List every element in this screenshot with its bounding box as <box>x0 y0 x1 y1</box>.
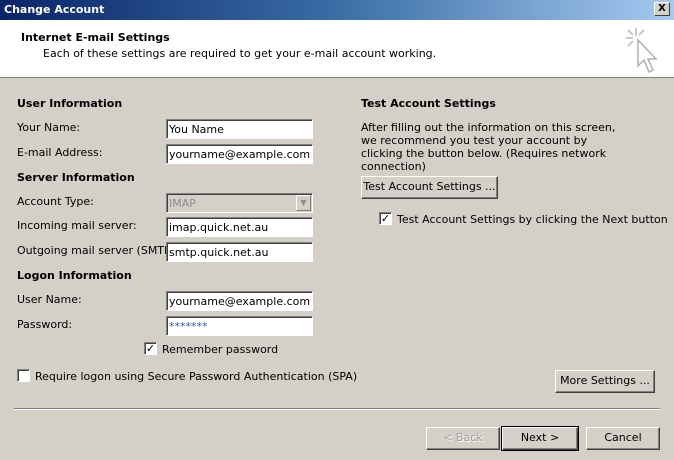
logon-info-heading: Logon Information <box>17 269 132 282</box>
spa-label: Require logon using Secure Password Auth… <box>35 370 358 383</box>
cursor-click-icon <box>626 28 658 74</box>
title-bar: Change Account X <box>0 0 674 20</box>
next-button[interactable]: Next > <box>501 426 579 451</box>
back-button[interactable]: < Back <box>426 427 500 450</box>
divider <box>14 408 660 410</box>
password-label: Password: <box>17 318 73 331</box>
user-name-input[interactable]: yourname@example.com <box>166 291 313 311</box>
user-info-heading: User Information <box>17 97 123 110</box>
header-subtitle: Each of these settings are required to g… <box>43 47 437 60</box>
email-input[interactable]: yourname@example.com <box>166 144 313 164</box>
close-button[interactable]: X <box>654 2 670 16</box>
your-name-label: Your Name: <box>17 121 81 134</box>
remember-password-checkbox[interactable]: ✓ <box>144 342 157 355</box>
test-description: After filling out the information on thi… <box>361 121 616 173</box>
test-on-next-label: Test Account Settings by clicking the Ne… <box>397 213 668 226</box>
cancel-button[interactable]: Cancel <box>586 427 660 450</box>
chevron-down-icon: ▼ <box>296 195 311 211</box>
email-label: E-mail Address: <box>17 146 103 159</box>
spa-checkbox[interactable] <box>17 369 30 382</box>
remember-password-label: Remember password <box>162 343 279 356</box>
outgoing-server-input[interactable]: smtp.quick.net.au <box>166 242 313 262</box>
window-title: Change Account <box>4 3 105 16</box>
your-name-input[interactable]: You Name <box>166 119 313 139</box>
test-account-settings-button[interactable]: Test Account Settings ... <box>361 176 498 199</box>
header-title: Internet E-mail Settings <box>21 31 170 44</box>
incoming-server-input[interactable]: imap.quick.net.au <box>166 217 313 237</box>
header-panel: Internet E-mail Settings Each of these s… <box>0 20 674 78</box>
test-heading: Test Account Settings <box>361 97 496 110</box>
incoming-server-label: Incoming mail server: <box>17 219 137 232</box>
server-info-heading: Server Information <box>17 171 135 184</box>
user-name-label: User Name: <box>17 293 82 306</box>
password-input[interactable]: ******* <box>166 316 313 336</box>
outgoing-server-label: Outgoing mail server (SMTP): <box>17 244 179 257</box>
account-type-label: Account Type: <box>17 195 94 208</box>
more-settings-button[interactable]: More Settings ... <box>555 370 655 393</box>
test-on-next-checkbox[interactable]: ✓ <box>379 212 392 225</box>
account-type-select: IMAP ▼ <box>166 193 313 213</box>
account-type-value: IMAP <box>169 197 196 210</box>
